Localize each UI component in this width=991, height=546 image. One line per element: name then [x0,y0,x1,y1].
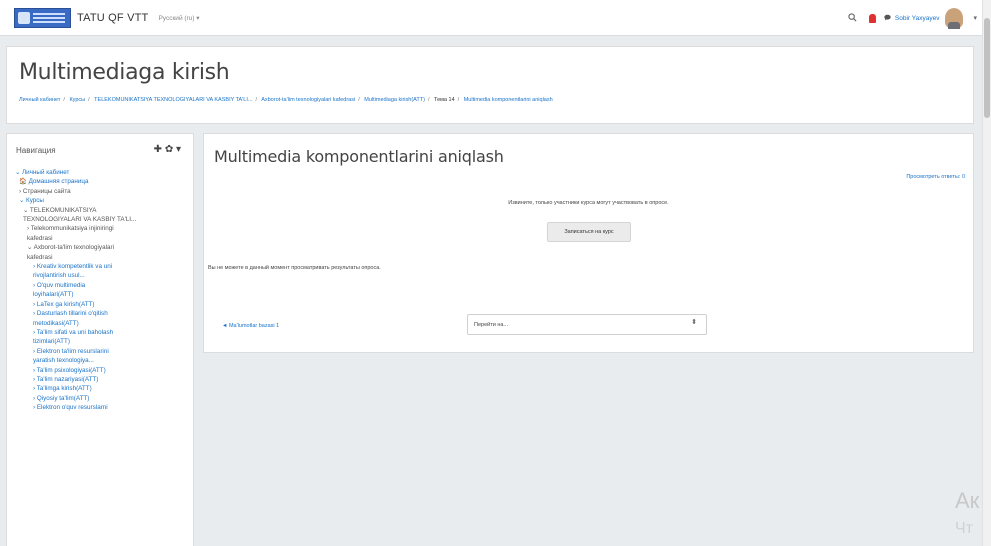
nav-tree-item[interactable]: › O'quv multimedia [15,281,187,290]
jump-to-select[interactable]: Перейти на... ⬍ [467,314,707,335]
page-scrollbar[interactable] [982,0,991,546]
scrollbar-thumb[interactable] [984,18,990,118]
nav-tree-item[interactable]: › Elektron ta'lim resurslarini [15,347,187,356]
breadcrumb-current[interactable]: Multimedia komponentlarini aniqlash [464,97,553,103]
block-actions-menu[interactable]: ✚ ✿ ▾ [154,144,181,155]
chevron-down-icon[interactable]: ▾ [973,14,977,22]
breadcrumb: Личный кабинет / Курсы / TELEKOMUNIKATSIYA… [19,97,553,103]
avatar[interactable] [945,8,964,29]
nav-tree-item[interactable]: › Kreativ kompetentlik va uni [15,262,187,271]
search-icon[interactable] [848,12,857,24]
main-content: Multimedia komponentlarini aniqlash Прос… [203,133,974,353]
nav-tree-item[interactable]: › Ta'lim nazariyasi(ATT) [15,375,187,384]
top-navbar: TATU QF VTT Русский (ru) ▾ Sobir Yaxyaye… [0,0,991,36]
nav-tree-item[interactable]: rivojlantirish usul... [15,271,187,280]
nav-tree-item[interactable]: ⌄ Курсы [15,196,187,205]
nav-tree-item[interactable]: › Dasturlash tillarini o'qitish [15,309,187,318]
nav-tree-item[interactable]: kafedrasi [15,234,187,243]
user-name-link[interactable]: Sobir Yaxyayev [895,15,940,22]
results-notice: Вы не можете в данный момент просматрива… [208,265,381,271]
nav-tree-item[interactable]: › LaTex ga kirish(ATT) [15,300,187,309]
nav-tree-item[interactable]: ⌄ Axborot-ta'lim texnologiyalari [15,243,187,252]
navigation-block: Навигация ✚ ✿ ▾ ⌄ Личный кабинет 🏠 Домашн… [6,133,194,546]
nav-tree-item[interactable]: › Страницы сайта [15,187,187,196]
breadcrumb-department[interactable]: Axborot-ta'lim texnologiyalari kafedrasi [261,97,355,103]
site-name-link[interactable]: TATU QF VTT [77,12,148,24]
nav-tree-item[interactable]: loyihalari(ATT) [15,290,187,299]
emblem-icon [18,11,30,24]
nav-tree-item[interactable]: 🏠 Домашняя страница [15,177,187,186]
select-arrows-icon: ⬍ [691,319,697,326]
breadcrumb-course[interactable]: Multimediaga kirish(ATT) [364,97,425,103]
user-menu-area: Sobir Yaxyayev ▾ [848,0,991,36]
enroll-button[interactable]: Записаться на курс [547,222,631,242]
breadcrumb-courses[interactable]: Курсы [69,97,85,103]
breadcrumb-faculty[interactable]: TELEKOMUNIKATSIYA TEXNOLOGIYALARI VA KAS… [94,97,252,103]
breadcrumb-topic[interactable]: Тема 14 [434,97,455,103]
nav-tree-item[interactable]: › Ta'limga kirish(ATT) [15,384,187,393]
bell-icon[interactable] [868,13,876,23]
nav-tree-item[interactable]: › Qiyosiy ta'lim(ATT) [15,394,187,403]
nav-tree-item[interactable]: ⌄ Личный кабинет [15,168,187,177]
activity-title: Multimedia komponentlarini aniqlash [214,147,504,166]
page-header: Multimediaga kirish Личный кабинет / Курс… [6,46,974,124]
enrol-notice: Извините, только участники курса могут у… [508,200,669,206]
nav-tree-item[interactable]: › Ta'lim psixologiyasi(ATT) [15,366,187,375]
previous-activity-link[interactable]: ◄ Ma'lumotlar bazasi 1 [222,323,279,329]
nav-tree-item[interactable]: kafedrasi [15,253,187,262]
jump-to-value: Перейти на... [474,321,509,328]
nav-tree-item[interactable]: › Elektron o'quv resurslarni [15,403,187,412]
nav-tree-item[interactable]: TEXNOLOGIYALARI VA KASBIY TA'LI... [15,215,187,224]
nav-tree-item[interactable]: metodikasi(ATT) [15,319,187,328]
nav-tree-item[interactable]: tizimlari(ATT) [15,337,187,346]
language-menu[interactable]: Русский (ru) ▾ [158,14,199,22]
chat-icon[interactable] [884,14,891,23]
navigation-tree: ⌄ Личный кабинет 🏠 Домашняя страница › Стр… [15,168,187,413]
view-responses-link[interactable]: Просмотреть ответы: 0 [906,174,965,180]
breadcrumb-dashboard[interactable]: Личный кабинет [19,97,60,103]
nav-tree-item[interactable]: ⌄ TELEKOMUNIKATSIYA [15,206,187,215]
site-logo[interactable] [14,7,71,28]
nav-tree-item[interactable]: yaratish texnologiya... [15,356,187,365]
navigation-title: Навигация [16,146,56,155]
page-title: Multimediaga kirish [19,60,230,85]
nav-tree-item[interactable]: › Ta'lim sifati va uni baholash [15,328,187,337]
activation-watermark-line1: Ак [955,488,980,513]
activation-watermark-line2: Чт [955,520,973,537]
nav-tree-item[interactable]: › Telekommunikatsiya injiniringi [15,224,187,233]
